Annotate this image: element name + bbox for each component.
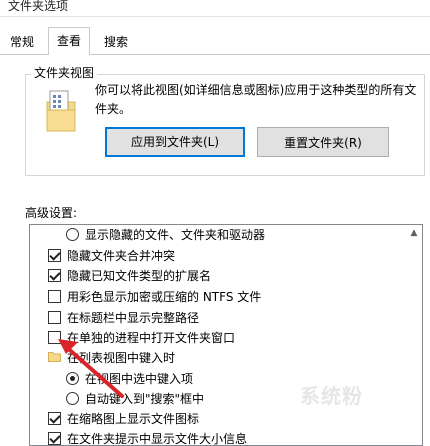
- apply-to-folders-button[interactable]: 应用到文件夹(L): [105, 127, 245, 157]
- title-bar: 文件夹选项: [0, 0, 430, 17]
- reset-folders-button[interactable]: 重置文件夹(R): [257, 127, 389, 157]
- watermark: 系统粉: [300, 384, 363, 408]
- checkbox-full-path-title[interactable]: [48, 311, 61, 324]
- radio-select-typed-item[interactable]: [66, 372, 79, 385]
- tab-strip: 常规 查看 搜索: [0, 26, 430, 55]
- checkbox-color-ntfs[interactable]: [48, 290, 61, 303]
- advanced-settings-list[interactable]: ▲ 显示隐藏的文件、文件夹和驱动器 隐藏文件夹合并冲突 隐藏已知文件类型的扩展名…: [29, 224, 423, 446]
- tab-view[interactable]: 查看: [48, 27, 91, 55]
- checkbox-thumbnail-icons[interactable]: [48, 412, 61, 425]
- tab-search[interactable]: 搜索: [96, 32, 136, 52]
- checkbox-hide-merge-conflicts[interactable]: [48, 249, 61, 262]
- folder-view-icon: [46, 90, 76, 132]
- folder-icon: [48, 352, 61, 362]
- checkbox-hide-extensions[interactable]: [48, 269, 61, 282]
- radio-type-into-search[interactable]: [66, 392, 79, 405]
- checkbox-folder-tip-size[interactable]: [48, 432, 61, 445]
- advanced-settings-label: 高级设置:: [25, 206, 78, 220]
- tab-general[interactable]: 常规: [2, 32, 42, 52]
- checkbox-separate-process[interactable]: [48, 331, 61, 344]
- scroll-up-arrow-icon[interactable]: ▲: [406, 225, 422, 241]
- folder-views-legend: 文件夹视图: [31, 64, 98, 81]
- folder-views-description: 你可以将此视图(如详细信息或图标)应用于这种类型的所有文件夹。: [95, 83, 417, 116]
- window-title: 文件夹选项: [8, 0, 69, 13]
- radio-show-hidden[interactable]: [66, 228, 79, 241]
